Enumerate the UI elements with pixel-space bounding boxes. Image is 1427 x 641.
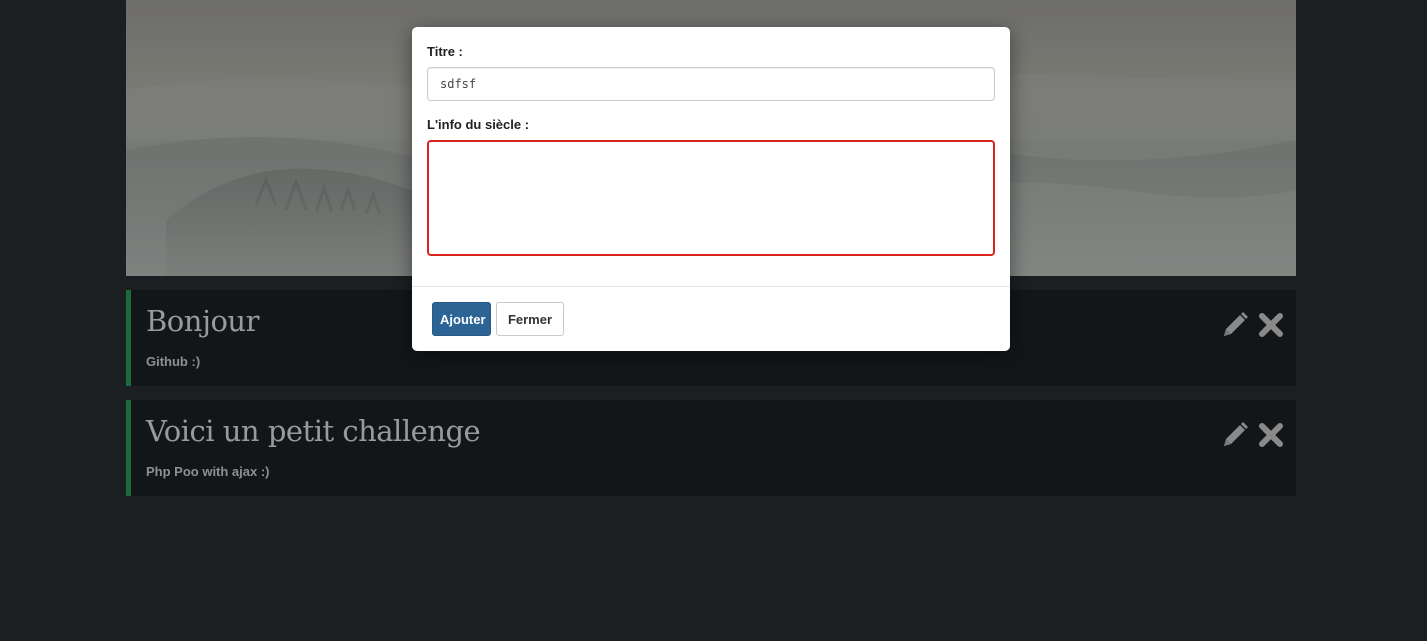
info-textarea[interactable]	[427, 140, 995, 256]
title-input[interactable]	[427, 67, 995, 101]
add-post-modal: Titre : L'info du siècle : Ajouter Ferme…	[412, 27, 1010, 351]
close-button[interactable]: Fermer	[496, 302, 564, 336]
info-label: L'info du siècle :	[427, 117, 530, 132]
modal-footer: Ajouter Fermer	[412, 286, 1010, 352]
page: Bonjour Github :) Voici un petit challen…	[0, 0, 1427, 641]
add-button[interactable]: Ajouter	[432, 302, 491, 336]
title-label: Titre :	[427, 44, 463, 59]
modal-body: Titre : L'info du siècle :	[427, 27, 995, 286]
